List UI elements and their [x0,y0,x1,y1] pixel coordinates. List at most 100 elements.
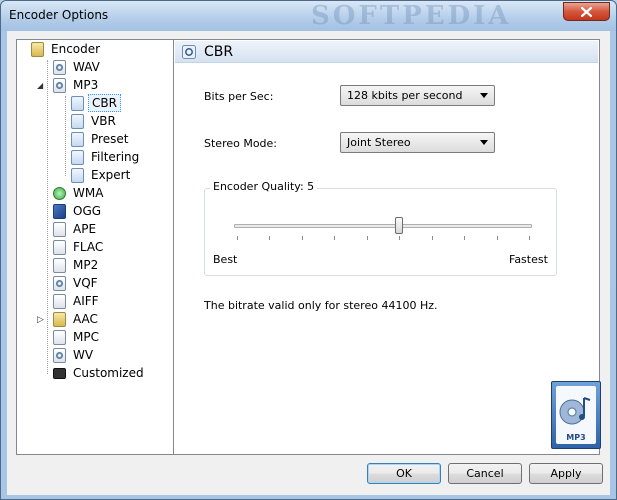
tree-item-aiff[interactable]: AIFF [53,292,102,310]
ok-button[interactable]: OK [367,463,441,484]
slider-tick [334,236,336,240]
tree-item-vbr[interactable]: VBR [71,112,119,130]
tree-item-label: MPC [73,330,99,344]
settings-panel: CBR Bits per Sec: 128 kbits per second S… [173,39,601,455]
tree-item-ogg[interactable]: OGG [53,202,104,220]
tree-item-cbr[interactable]: CBR [71,94,121,112]
expert-settings-icon [71,167,84,183]
cbr-settings-icon [71,95,84,111]
ape-file-icon [53,221,66,237]
tree-item-label: WV [73,348,94,362]
mp2-file-icon [53,257,66,273]
slider-tick [431,236,433,240]
quality-max-label: Fastest [509,253,548,266]
tree-item-mp3[interactable]: MP3 [53,76,101,94]
tree-item-wma[interactable]: WMA [53,184,106,202]
slider-tick [529,236,530,240]
cancel-button[interactable]: Cancel [448,463,522,484]
mp3-logo-label: MP3 [566,433,586,442]
preset-settings-icon [71,131,84,147]
tree-item-label: WAV [73,60,100,74]
tree-line [65,96,66,176]
slider-tick [399,236,401,240]
panel-title: CBR [204,43,234,60]
music-disc-icon [559,397,591,425]
close-icon [581,6,592,17]
window-title: Encoder Options [9,8,109,22]
tree-item-wv[interactable]: WV [53,346,96,364]
tree-item-ape[interactable]: APE [53,220,99,238]
tree-item-label: VBR [91,114,116,128]
tree-item-mpc[interactable]: MPC [53,328,102,346]
stereo-mode-dropdown[interactable]: Joint Stereo [340,132,495,153]
slider-tick [237,236,238,240]
tree-item-label: Customized [73,366,144,380]
flac-file-icon [53,239,66,255]
mp3-logo: MP3 [551,381,601,449]
tree-item-label: WMA [73,186,104,200]
quality-slider-track[interactable] [234,224,532,228]
bits-per-sec-dropdown[interactable]: 128 kbits per second [340,85,495,106]
dropdown-arrow-icon [480,140,488,145]
tree-item-label: FLAC [73,240,104,254]
tree-item-flac[interactable]: FLAC [53,238,106,256]
cbr-settings-icon [182,44,196,59]
tree-item-encoder[interactable]: Encoder [31,40,103,58]
customized-icon [53,367,66,379]
slider-tick [464,236,466,240]
tree-item-label: Expert [91,168,131,182]
tree-item-expert[interactable]: Expert [71,166,133,184]
tree-item-label: MP3 [73,78,99,92]
aiff-file-icon [53,293,66,309]
stereo-mode-label: Stereo Mode: [204,137,278,150]
tree-item-label: APE [73,222,97,236]
tree-item-label: MP2 [73,258,99,272]
tree-item-preset[interactable]: Preset [71,130,131,148]
tree-item-customized[interactable]: Customized [53,364,147,382]
bitrate-note: The bitrate valid only for stereo 44100 … [204,299,438,312]
tree-item-vqf[interactable]: VQF [53,274,101,292]
tree-item-label: VQF [73,276,98,290]
quality-min-label: Best [213,253,238,266]
encoder-options-window: Encoder Options SOFTPEDIA Encoder WAV ◢ [0,0,617,500]
expand-arrow-icon[interactable]: ▷ [37,315,44,325]
tree-item-label: Preset [91,132,129,146]
vbr-settings-icon [71,113,84,129]
panel-header: CBR [175,41,598,63]
encoder-quality-group [204,188,557,276]
tree-item-aac[interactable]: AAC [53,310,101,328]
slider-tick [301,236,303,240]
tree-item-wav[interactable]: WAV [53,58,103,76]
encoder-icon [31,41,44,57]
title-bar[interactable]: Encoder Options SOFTPEDIA [1,1,616,31]
slider-tick [496,236,498,240]
tree-item-label: Encoder [51,42,101,56]
quality-slider-thumb[interactable] [395,217,404,234]
tree-item-mp2[interactable]: MP2 [53,256,101,274]
wav-file-icon [53,59,66,75]
apply-button[interactable]: Apply [529,463,603,484]
tree-item-label: Filtering [91,150,140,164]
dialog-client-area: Encoder WAV ◢ MP3 CBR VBR Preset Filteri… [7,31,610,495]
encoder-quality-label: Encoder Quality: 5 [210,180,318,193]
tree-item-label: OGG [73,204,102,218]
watermark: SOFTPEDIA [311,1,512,31]
aac-file-icon [53,311,66,327]
bits-per-sec-label: Bits per Sec: [204,90,274,103]
tree-item-label: AIFF [73,294,99,308]
tree-item-filtering[interactable]: Filtering [71,148,142,166]
close-button[interactable] [563,2,610,21]
collapse-arrow-icon[interactable]: ◢ [37,81,43,90]
stereo-mode-value: Joint Stereo [347,136,411,149]
slider-tick [366,236,368,240]
tree-item-label: AAC [73,312,98,326]
bits-per-sec-value: 128 kbits per second [347,89,463,102]
dropdown-arrow-icon [480,93,488,98]
mp3-file-icon [53,77,66,93]
tree-line [47,60,48,374]
tree-item-label: CBR [88,94,121,112]
encoder-tree[interactable]: Encoder WAV ◢ MP3 CBR VBR Preset Filteri… [16,39,174,455]
filtering-settings-icon [71,149,84,165]
wma-file-icon [53,186,66,200]
mpc-file-icon [53,329,66,345]
